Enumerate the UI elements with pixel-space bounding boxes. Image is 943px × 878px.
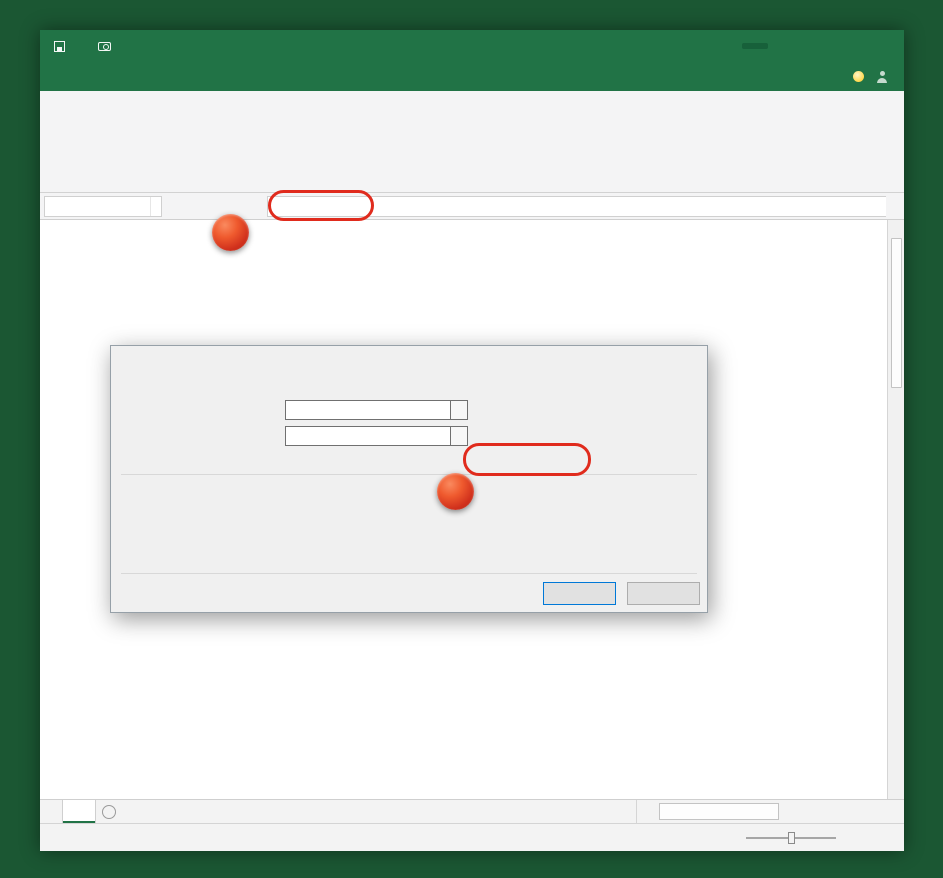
minimize-button[interactable] [814,30,844,62]
formula-input[interactable] [267,196,886,217]
close-button[interactable] [874,30,904,62]
ribbon-tab-bar [40,62,904,91]
dialog-titlebar[interactable] [111,346,707,375]
num-chars-argument-input[interactable] [285,426,451,446]
zoom-slider[interactable] [746,837,836,839]
collapse-dialog-icon[interactable] [451,400,468,420]
titlebar [40,30,904,62]
formula-result-line [485,455,494,467]
save-icon[interactable] [54,41,65,52]
vertical-scroll-thumb[interactable] [891,238,902,388]
ribbon-display-options-icon[interactable] [784,30,814,62]
argument-row-text [125,399,488,420]
result-value-line [125,551,137,563]
sheet-tab-bar [40,799,904,823]
sheet-navigation [40,800,62,823]
dialog-separator [121,474,697,475]
quick-access-toolbar [40,41,122,52]
lightbulb-icon [853,71,864,82]
add-sheet-button[interactable] [96,800,122,823]
dialog-separator-2 [121,573,697,574]
formula-bar [40,193,904,220]
annotation-badge-2 [437,473,474,510]
sheet-tab-list1[interactable] [62,800,96,823]
argument-row-num-chars [125,425,488,446]
excel-window [40,30,904,851]
tabs-right-cluster [853,62,894,91]
maximize-button[interactable] [844,30,874,62]
sign-in-button[interactable] [742,43,768,49]
cancel-entry-icon[interactable] [178,196,205,217]
status-bar [40,823,904,851]
annotation-rect-result [463,443,591,476]
function-arguments-dialog [110,345,708,613]
camera-icon[interactable] [98,42,111,51]
window-controls [742,30,904,62]
horizontal-scroll-thumb[interactable] [659,803,779,820]
status-right [710,837,892,839]
ribbon-tabs [40,62,44,91]
parameter-description [281,505,299,517]
text-argument-input[interactable] [285,400,451,420]
insert-function-icon[interactable] [232,196,259,217]
cancel-button[interactable] [627,582,700,605]
vertical-scrollbar[interactable] [887,220,904,799]
annotation-badge-1 [212,214,249,251]
zoom-slider-thumb[interactable] [788,832,795,844]
name-box[interactable] [44,196,162,217]
collapse-dialog-icon-2[interactable] [451,426,468,446]
desktop-background [0,0,943,878]
plus-icon [102,805,116,819]
ok-button[interactable] [543,582,616,605]
name-box-dropdown-icon[interactable] [150,197,161,216]
ribbon [40,91,904,193]
horizontal-scroll-track[interactable] [653,800,888,823]
horizontal-scrollbar[interactable] [636,800,904,823]
person-icon [876,71,888,83]
